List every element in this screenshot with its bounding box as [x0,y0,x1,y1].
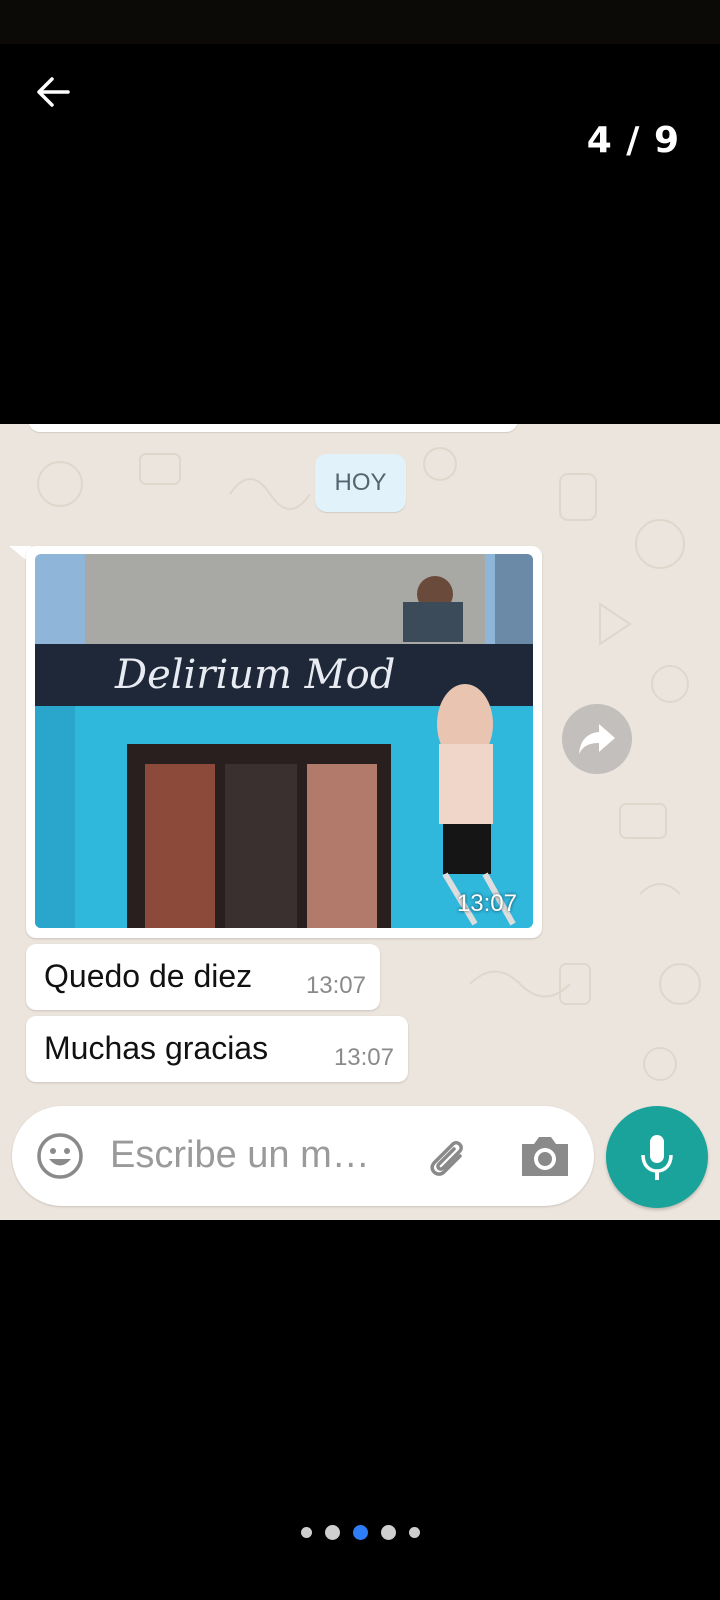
screenshot-image: HOY Delirium Mod 13:07 Quedo de diez 13:… [0,424,720,1220]
status-bar [0,0,720,44]
emoji-button[interactable] [36,1132,84,1180]
back-button[interactable] [30,68,78,116]
page-dot[interactable] [324,1524,340,1540]
page-dot[interactable] [408,1526,420,1538]
page-dot[interactable] [300,1526,312,1538]
date-separator: HOY [315,454,406,512]
voice-message-button[interactable] [606,1106,708,1208]
message-time: 13:07 [305,972,366,999]
arrow-left-icon [37,77,70,107]
paperclip-icon [430,1140,463,1176]
camera-icon [522,1137,568,1176]
attach-button[interactable] [420,1130,472,1182]
message-text: Muchas gracias [44,1030,269,1066]
shop-sign-text: Delirium Mod [114,652,395,698]
text-message-bubble[interactable]: Muchas gracias 13:07 [26,1016,408,1082]
microphone-icon [641,1135,673,1180]
forward-icon [579,724,615,754]
page-indicator [0,1520,720,1544]
previous-message-bubble [28,424,518,432]
camera-button[interactable] [518,1132,572,1180]
emoji-icon [37,1133,83,1179]
image-message-time: 13:07 [456,890,517,917]
message-text: Quedo de diez [44,958,253,994]
image-message-bubble[interactable]: Delirium Mod 13:07 [26,546,542,938]
shop-photo[interactable]: Delirium Mod 13:07 [35,554,533,928]
image-counter: 4 / 9 [586,120,680,161]
page-dot-active[interactable] [352,1524,368,1540]
text-message-bubble[interactable]: Quedo de diez 13:07 [26,944,380,1010]
forward-button[interactable] [562,704,632,774]
message-input-bar[interactable]: Escribe un m… [12,1106,594,1206]
message-time: 13:07 [333,1044,394,1071]
message-input[interactable]: Escribe un m… [110,1134,370,1177]
page-dot[interactable] [380,1524,396,1540]
